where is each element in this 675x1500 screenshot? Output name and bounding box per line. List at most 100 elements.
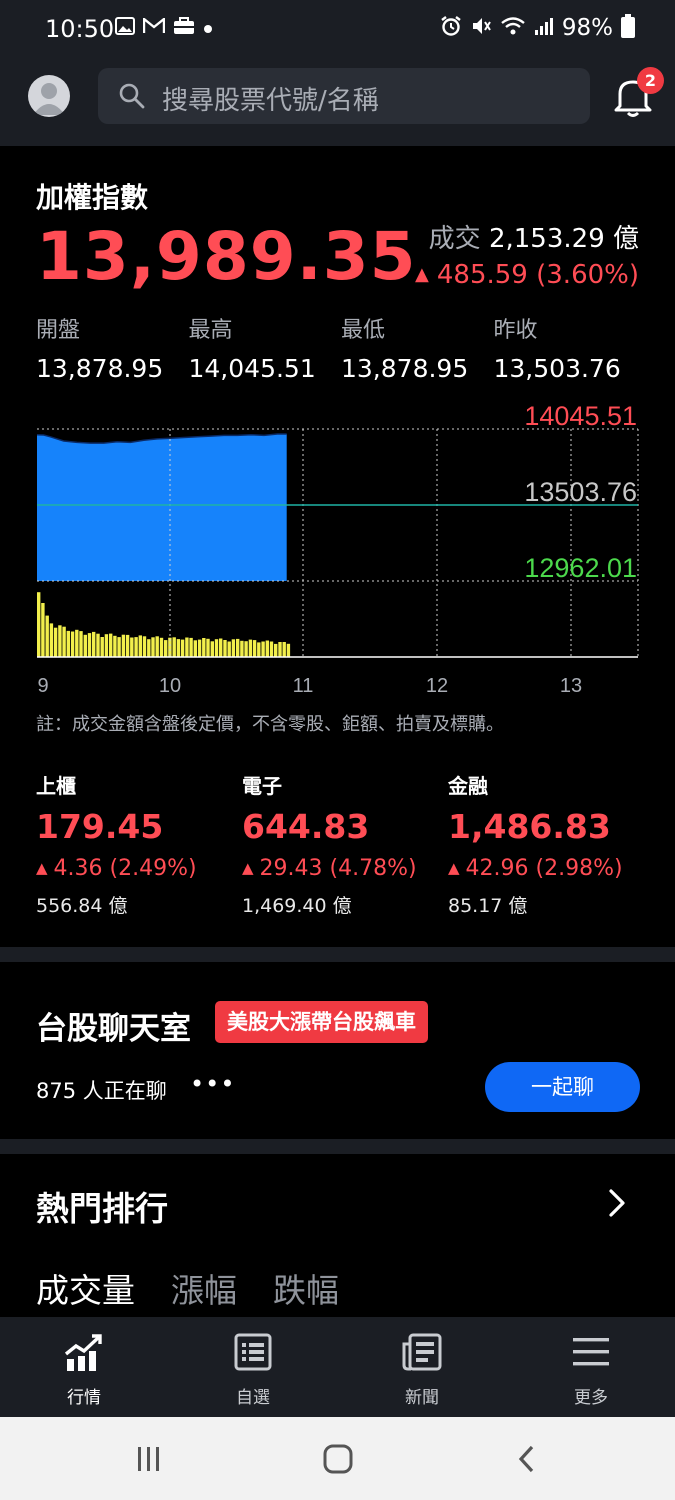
volume-bar <box>155 636 159 657</box>
nav-market[interactable]: 行情 <box>24 1329 144 1408</box>
volume-label: 成交 <box>428 224 481 254</box>
user-icon <box>33 83 65 115</box>
volume-bar <box>244 641 248 657</box>
volume-bar <box>70 631 75 657</box>
x-tick-label: 10 <box>159 675 181 697</box>
volume-bar <box>214 639 219 657</box>
join-chat-button[interactable]: 一起聊 <box>485 1062 640 1112</box>
search-input[interactable]: 搜尋股票代號/名稱 <box>98 68 590 124</box>
signal-icon <box>534 16 554 40</box>
bottom-nav: 行情 自選 新聞 更多 <box>0 1317 675 1417</box>
volume-bar <box>269 641 274 657</box>
stat-value: 13,878.95 <box>341 354 469 383</box>
watchlist-icon <box>193 1329 313 1375</box>
volume-bar <box>37 592 41 657</box>
nav-news[interactable]: 新聞 <box>362 1329 482 1408</box>
volume-bar <box>278 642 282 657</box>
sub-index-electronics[interactable]: 電子 644.83 ▲ 29.43 (4.78%) 1,469.40 億 <box>242 770 448 918</box>
volume-bar <box>219 638 223 657</box>
sub-index-name: 電子 <box>242 774 282 798</box>
back-icon[interactable] <box>515 1444 537 1478</box>
hot-ranking-title[interactable]: 熱門排行 <box>36 1182 168 1230</box>
volume-bar <box>83 634 87 657</box>
volume-bar <box>257 642 261 657</box>
sub-index-value: 179.45 <box>36 807 164 846</box>
status-notification-icons <box>115 16 213 39</box>
volume-bar <box>104 634 109 657</box>
price-area <box>37 434 287 581</box>
sub-index-volume: 556.84 億 <box>36 895 128 917</box>
stat-label: 最低 <box>341 318 386 343</box>
nav-more[interactable]: 更多 <box>531 1329 651 1408</box>
volume-bar <box>151 637 155 657</box>
volume-bar <box>41 603 45 657</box>
stat-low: 最低 13,878.95 <box>341 312 494 383</box>
volume-bar <box>248 639 253 657</box>
avatar[interactable] <box>28 75 70 117</box>
volume-bar <box>176 639 181 657</box>
intraday-chart[interactable]: 14045.51 13503.76 12962.01 9 10 11 12 13 <box>0 395 675 705</box>
nav-label: 自選 <box>236 1388 270 1408</box>
mute-icon <box>470 15 492 41</box>
volume-bar <box>202 638 206 657</box>
wifi-icon <box>500 15 526 41</box>
alarm-icon <box>440 15 462 41</box>
tab-losers[interactable]: 跌幅 <box>273 1264 339 1312</box>
sub-index-change: ▲ 29.43 (4.78%) <box>242 856 448 881</box>
stat-prev-close: 昨收 13,503.76 <box>494 312 647 383</box>
sub-index-name: 金融 <box>448 774 488 798</box>
y-label-low: 12962.01 <box>524 553 637 583</box>
volume-bar <box>231 639 236 657</box>
volume-bar <box>236 638 240 657</box>
notification-badge: 2 <box>637 67 664 94</box>
tab-gainers[interactable]: 漲幅 <box>171 1264 237 1312</box>
up-triangle-icon: ▲ <box>36 859 48 877</box>
system-nav-bar <box>0 1417 675 1500</box>
sub-index-change: ▲ 42.96 (2.98%) <box>448 856 654 881</box>
recent-apps-icon[interactable] <box>135 1445 163 1477</box>
status-system-icons: 98% <box>440 14 635 42</box>
up-triangle-icon: ▲ <box>415 264 429 285</box>
top-header: 搜尋股票代號/名稱 2 <box>0 58 675 146</box>
search-icon <box>118 82 146 114</box>
chat-topic-tag[interactable]: 美股大漲帶台股飆車 <box>215 1001 428 1043</box>
sub-index-finance[interactable]: 金融 1,486.83 ▲ 42.96 (2.98%) 85.17 億 <box>448 770 654 918</box>
nav-watchlist[interactable]: 自選 <box>193 1329 313 1408</box>
sub-index-otc[interactable]: 上櫃 179.45 ▲ 4.36 (2.49%) 556.84 億 <box>36 770 242 918</box>
volume-bar <box>197 639 202 657</box>
index-value: 13,989.35 <box>36 218 417 295</box>
sub-index-name: 上櫃 <box>36 774 76 798</box>
volume-bar <box>66 630 70 657</box>
volume-bar <box>62 626 66 657</box>
volume-bar <box>79 631 83 657</box>
volume-bar <box>87 633 92 657</box>
volume-bar <box>223 640 227 657</box>
stat-value: 14,045.51 <box>188 354 316 383</box>
nav-label: 更多 <box>574 1388 608 1408</box>
sub-index-change: ▲ 4.36 (2.49%) <box>36 856 242 881</box>
volume-bar <box>172 637 176 657</box>
sub-index-volume: 1,469.40 億 <box>242 895 352 917</box>
y-label-high: 14045.51 <box>524 401 637 431</box>
volume-bar <box>159 637 164 657</box>
home-icon[interactable] <box>323 1444 353 1478</box>
gallery-icon <box>115 17 135 39</box>
chevron-right-icon[interactable] <box>605 1187 629 1223</box>
typing-dots-icon: ••• <box>190 1070 236 1098</box>
tab-volume[interactable]: 成交量 <box>36 1264 135 1312</box>
volume-bar <box>138 635 142 657</box>
volume-bar <box>261 641 265 657</box>
search-placeholder: 搜尋股票代號/名稱 <box>162 86 379 116</box>
up-triangle-icon: ▲ <box>448 859 460 877</box>
volume-bar <box>147 639 151 657</box>
dot-icon <box>203 19 213 38</box>
status-bar: 10:50 98% <box>0 0 675 58</box>
volume-bar <box>180 639 185 657</box>
x-tick-label: 11 <box>293 675 314 697</box>
stat-label: 昨收 <box>493 318 538 343</box>
volume-bar <box>45 615 49 657</box>
sub-index-value: 1,486.83 <box>448 807 611 846</box>
volume-bar <box>53 627 58 657</box>
volume-bar <box>92 631 96 657</box>
volume-bar <box>130 637 134 657</box>
